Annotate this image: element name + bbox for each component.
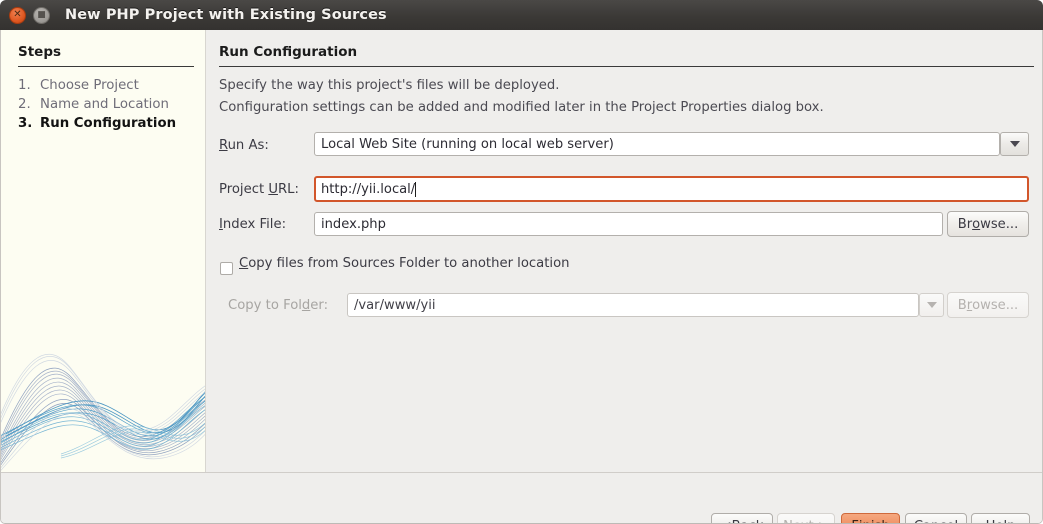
page-title: Run Configuration <box>219 44 357 60</box>
close-button[interactable]: ✕ <box>9 7 26 24</box>
index-file-browse-button[interactable]: Browse... <box>947 211 1029 237</box>
finish-button[interactable]: Finish <box>841 513 900 524</box>
run-as-dropdown-button[interactable] <box>1000 132 1029 156</box>
maximize-icon: ■ <box>34 8 49 23</box>
copy-to-folder-label: Copy to Folder: <box>228 298 328 313</box>
page-title-divider <box>219 66 1034 67</box>
next-button: Next > <box>777 513 835 524</box>
copy-to-folder-value: /var/www/yii <box>354 298 436 313</box>
title-bar: ✕ ■ New PHP Project with Existing Source… <box>0 0 1043 30</box>
step-number: 1. <box>18 76 40 95</box>
chevron-down-icon <box>927 302 937 308</box>
steps-heading: Steps <box>18 44 61 60</box>
run-as-label: Run As: <box>219 138 269 153</box>
maximize-button[interactable]: ■ <box>33 7 50 24</box>
index-file-input[interactable]: index.php <box>314 212 943 236</box>
back-button[interactable]: < Back <box>711 513 773 524</box>
project-url-input[interactable]: http://yii.local/ <box>314 176 1029 202</box>
close-icon: ✕ <box>10 8 25 23</box>
copy-to-folder-combo[interactable]: /var/www/yii <box>347 293 919 317</box>
index-file-label: Index File: <box>219 217 286 232</box>
step-item-1: 1. Choose Project <box>18 76 198 95</box>
dialog-body: Steps 1. Choose Project 2. Name and Loca… <box>0 30 1043 524</box>
step-label: Run Configuration <box>40 114 176 133</box>
text-caret <box>415 182 416 197</box>
description-line-1: Specify the way this project's files wil… <box>219 78 559 93</box>
copy-to-folder-dropdown-button[interactable] <box>919 293 944 317</box>
copy-files-checkbox-label[interactable]: Copy files from Sources Folder to anothe… <box>239 256 570 271</box>
dialog-window: ✕ ■ New PHP Project with Existing Source… <box>0 0 1043 524</box>
wave-artwork <box>1 342 205 472</box>
project-url-value: http://yii.local/ <box>321 182 415 197</box>
run-as-value: Local Web Site (running on local web ser… <box>321 137 614 152</box>
copy-files-checkbox[interactable] <box>220 262 233 275</box>
run-as-combo[interactable]: Local Web Site (running on local web ser… <box>314 132 1000 156</box>
copy-to-folder-browse-button[interactable]: Browse... <box>947 292 1029 318</box>
main-content: Run Configuration Specify the way this p… <box>206 30 1043 472</box>
step-label: Choose Project <box>40 76 139 95</box>
step-label: Name and Location <box>40 95 169 114</box>
step-item-3: 3. Run Configuration <box>18 114 198 133</box>
step-number: 3. <box>18 114 40 133</box>
project-url-label: Project URL: <box>219 182 299 197</box>
description-line-2: Configuration settings can be added and … <box>219 100 824 115</box>
help-button[interactable]: Help <box>971 513 1030 524</box>
footer-bar: < Back Next > Finish Cancel Help <box>1 473 1042 523</box>
index-file-value: index.php <box>321 217 386 232</box>
window-title: New PHP Project with Existing Sources <box>65 7 387 23</box>
cancel-button[interactable]: Cancel <box>905 513 967 524</box>
steps-list: 1. Choose Project 2. Name and Location 3… <box>18 76 198 133</box>
step-item-2: 2. Name and Location <box>18 95 198 114</box>
chevron-down-icon <box>1010 141 1020 147</box>
step-number: 2. <box>18 95 40 114</box>
steps-panel: Steps 1. Choose Project 2. Name and Loca… <box>1 30 206 472</box>
steps-divider <box>18 66 194 67</box>
